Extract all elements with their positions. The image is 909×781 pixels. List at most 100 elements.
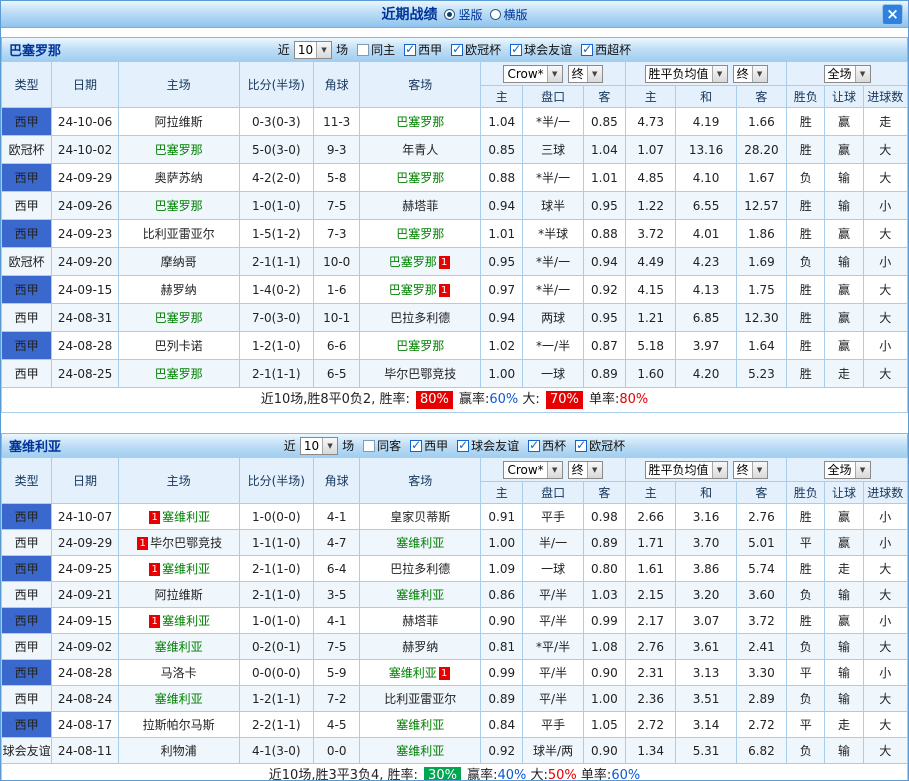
home-team: 1塞维利亚 [118, 504, 239, 530]
league-filter-checkbox[interactable]: 同主 [357, 41, 395, 58]
match-row: 西甲 24-08-31 巴塞罗那 7-0(3-0) 10-1 巴拉多利德 0.9… [2, 304, 908, 332]
avg-type-select[interactable]: 胜平负均值▼ [645, 461, 728, 479]
away-team: 塞维利亚 [360, 712, 481, 738]
home-team-name: 奥萨苏纳 [155, 171, 203, 185]
odds-final-select[interactable]: 终▼ [568, 65, 603, 83]
avg-away-value: 3.60 [736, 582, 786, 608]
odds-home-value: 1.09 [481, 556, 523, 582]
avg-draw-value: 3.86 [676, 556, 736, 582]
chevron-down-icon: ▼ [322, 438, 337, 454]
red-card-badge: 1 [439, 256, 450, 269]
avg-home-value: 1.21 [626, 304, 676, 332]
odds-away-value: 0.95 [583, 304, 625, 332]
summary-segment: 近10场,胜3平3负4, 胜率: [269, 767, 422, 781]
col-header-res-handicap: 让球 [825, 86, 863, 108]
avg-draw-value: 3.13 [676, 660, 736, 686]
score: 4-1(3-0) [239, 738, 313, 764]
odds-home-value: 0.92 [481, 738, 523, 764]
recent-count-select[interactable]: 10▼ [294, 41, 332, 59]
score: 2-1(1-0) [239, 582, 313, 608]
avg-home-value: 1.71 [626, 530, 676, 556]
corners: 0-0 [314, 738, 360, 764]
avg-final-select[interactable]: 终▼ [733, 65, 768, 83]
summary-segment: 30% [424, 767, 461, 781]
score: 1-0(0-0) [239, 504, 313, 530]
league-filter-checkbox[interactable]: 西甲 [404, 41, 442, 58]
away-team: 毕尔巴鄂竞技 [360, 360, 481, 388]
col-header-odds-line: 盘口 [523, 482, 583, 504]
league-filter-checkbox[interactable]: 球会友谊 [457, 437, 519, 454]
summary-segment: 80% [619, 391, 648, 409]
avg-type-select[interactable]: 胜平负均值▼ [645, 65, 728, 83]
home-team-name: 利物浦 [161, 744, 197, 758]
odds-away-value: 0.89 [583, 530, 625, 556]
avg-draw-value: 4.19 [676, 108, 736, 136]
home-team: 拉斯帕尔马斯 [118, 712, 239, 738]
avg-home-value: 2.15 [626, 582, 676, 608]
col-header-res-wdl: 胜负 [787, 86, 825, 108]
odds-company-select[interactable]: Crow*▼ [503, 461, 562, 479]
checkbox-icon [528, 440, 540, 452]
league-filter-checkbox[interactable]: 西超杯 [581, 41, 631, 58]
results-table: 类型 日期 主场 比分(半场) 角球 客场 Crow*▼ 终▼ 胜平负均 [1, 61, 908, 388]
result-goals: 大 [863, 136, 907, 164]
avg-group-header: 胜平负均值▼ 终▼ [626, 458, 787, 482]
avg-draw-value: 3.14 [676, 712, 736, 738]
odds-away-value: 0.92 [583, 276, 625, 304]
away-team-name: 皇家贝蒂斯 [390, 510, 450, 524]
league-filter-checkbox[interactable]: 欧冠杯 [575, 437, 625, 454]
match-row: 西甲 24-08-25 巴塞罗那 2-1(1-1) 6-5 毕尔巴鄂竞技 1.0… [2, 360, 908, 388]
col-header-odds-away: 客 [583, 482, 625, 504]
filter-controls: 近 10▼ 场 同客 西甲 球会友谊 西杯 欧冠杯 [284, 437, 625, 455]
layout-option-vertical[interactable]: 竖版 [444, 6, 482, 23]
league-tag: 球会友谊 [2, 738, 52, 764]
scope-select[interactable]: 全场▼ [824, 65, 871, 83]
result-goals: 大 [863, 582, 907, 608]
col-header-away: 客场 [360, 62, 481, 108]
odds-group-header: Crow*▼ 终▼ [481, 458, 626, 482]
league-filter-checkbox[interactable]: 同客 [363, 437, 401, 454]
away-team-name: 年青人 [402, 143, 438, 157]
odds-final-select[interactable]: 终▼ [568, 461, 603, 479]
result-handicap: 赢 [825, 530, 863, 556]
close-icon[interactable]: × [882, 4, 903, 25]
home-team-name: 比利亚雷亚尔 [143, 227, 215, 241]
avg-home-value: 2.17 [626, 608, 676, 634]
col-header-corner: 角球 [314, 62, 360, 108]
league-filter-checkbox[interactable]: 欧冠杯 [451, 41, 501, 58]
avg-home-value: 2.36 [626, 686, 676, 712]
avg-final-select[interactable]: 终▼ [733, 461, 768, 479]
away-team: 塞维利亚 [360, 530, 481, 556]
handicap-line: *半/一 [523, 276, 583, 304]
recent-label: 近 [284, 437, 296, 454]
result-goals: 大 [863, 556, 907, 582]
league-filter-checkbox[interactable]: 球会友谊 [510, 41, 572, 58]
games-label: 场 [336, 41, 348, 58]
score: 1-0(1-0) [239, 608, 313, 634]
match-row: 西甲 24-09-21 阿拉维斯 2-1(1-0) 3-5 塞维利亚 0.86 … [2, 582, 908, 608]
chevron-down-icon: ▼ [712, 66, 727, 82]
handicap-line: *半/一 [523, 108, 583, 136]
away-team: 巴拉多利德 [360, 304, 481, 332]
odds-away-value: 0.85 [583, 108, 625, 136]
odds-company-select[interactable]: Crow*▼ [503, 65, 562, 83]
league-filter-checkbox[interactable]: 西杯 [528, 437, 566, 454]
corners: 7-5 [314, 634, 360, 660]
handicap-line: 球半/两 [523, 738, 583, 764]
corners: 7-5 [314, 192, 360, 220]
scope-select[interactable]: 全场▼ [824, 461, 871, 479]
result-wdl: 平 [787, 712, 825, 738]
odds-home-value: 0.97 [481, 276, 523, 304]
result-handicap: 输 [825, 738, 863, 764]
layout-option-horizontal[interactable]: 横版 [490, 6, 528, 23]
red-card-badge: 1 [149, 615, 160, 628]
league-tag: 西甲 [2, 530, 52, 556]
league-tag: 西甲 [2, 582, 52, 608]
recent-count-select[interactable]: 10▼ [300, 437, 338, 455]
result-goals: 小 [863, 504, 907, 530]
handicap-line: 两球 [523, 304, 583, 332]
col-header-res-wdl: 胜负 [787, 482, 825, 504]
result-handicap: 赢 [825, 220, 863, 248]
league-filter-checkbox[interactable]: 西甲 [410, 437, 448, 454]
home-team: 巴塞罗那 [118, 304, 239, 332]
